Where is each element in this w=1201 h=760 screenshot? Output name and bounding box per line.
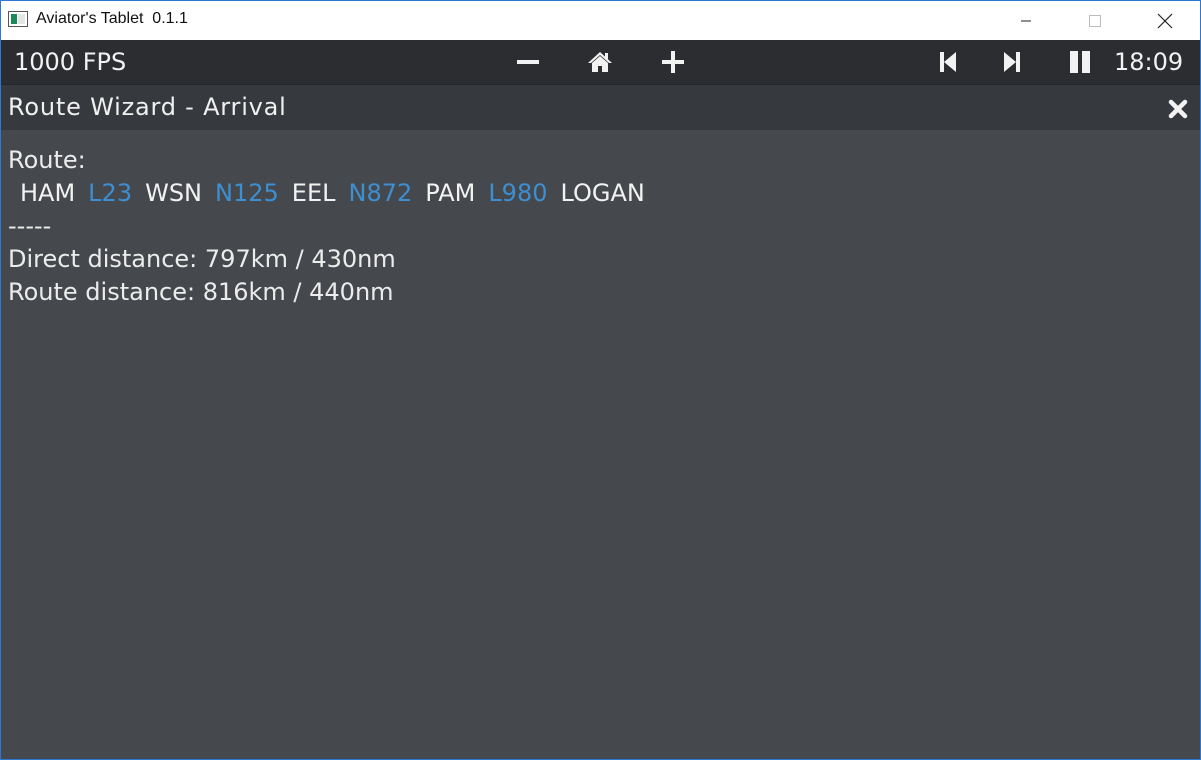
direct-distance: Direct distance: 797km / 430nm [8,245,396,273]
close-icon [1168,99,1188,119]
pause-icon [1070,51,1090,73]
plus-icon [662,51,684,73]
window-close-button[interactable] [1142,1,1188,40]
route-airway: N872 [348,179,413,207]
minimize-button[interactable] [1003,1,1049,40]
route-airway: N125 [215,179,279,207]
home-icon [588,52,612,72]
skip-back-icon [940,52,956,72]
page-title: Route Wizard - Arrival [8,93,287,121]
route-waypoint: PAM [425,179,476,207]
pause-button[interactable] [1063,46,1097,78]
zoom-out-button[interactable] [511,46,545,78]
title-bar: Aviator's Tablet 0.1.1 [1,1,1200,40]
skip-forward-icon [1004,52,1020,72]
next-page-button[interactable] [995,46,1029,78]
fps-counter: 1000 FPS [14,48,127,76]
route-waypoint: HAM [20,179,76,207]
minimize-icon [1021,20,1031,21]
zoom-in-button[interactable] [656,46,690,78]
previous-page-button[interactable] [931,46,965,78]
app-icon [8,11,28,27]
home-button[interactable] [583,46,617,78]
route-string: HAM L23 WSN N125 EEL N872 PAM L980 LOGAN [8,177,1188,210]
close-icon [1157,13,1173,28]
clock: 18:09 [1114,48,1184,76]
separator: ----- [8,212,52,240]
route-waypoint: WSN [145,179,203,207]
route-airway: L23 [88,179,133,207]
route-waypoint: LOGAN [560,179,645,207]
app-window: Aviator's Tablet 0.1.1 1000 FPS 18:09 Ro… [0,0,1201,760]
minus-icon [517,60,539,64]
tablet-toolbar: 1000 FPS 18:09 [1,40,1200,84]
route-distance: Route distance: 816km / 440nm [8,278,394,306]
page-header: Route Wizard - Arrival [1,84,1200,130]
route-label: Route: [8,146,86,174]
route-waypoint: EEL [291,179,336,207]
route-airway: L980 [488,179,548,207]
page-close-button[interactable] [1164,95,1192,123]
route-info-panel: Route: HAM L23 WSN N125 EEL N872 PAM L980 LOGAN … [8,144,1188,309]
window-title: Aviator's Tablet 0.1.1 [36,10,188,27]
maximize-icon [1089,14,1101,27]
maximize-button[interactable] [1072,1,1118,40]
